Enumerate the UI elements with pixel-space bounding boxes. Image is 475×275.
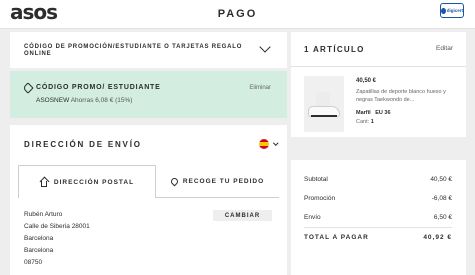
- row-label: Envío: [304, 214, 321, 221]
- row-label: Subtotal: [304, 176, 328, 183]
- total-row-grand: TOTAL A PAGAR 40,92 €: [304, 234, 452, 241]
- address-line: 08750: [24, 259, 43, 266]
- address-line: Calle de Siberia 28001: [24, 223, 90, 230]
- total-row-shipping: Envío 6,50 €: [304, 214, 452, 221]
- item-name: Zapatillas de deporte blanco hueso y neg…: [356, 89, 446, 103]
- applied-promo-code: ASOSNEW Ahorras 6,08 € (15%): [36, 97, 132, 104]
- promo-saving: Ahorras 6,08 € (15%): [70, 97, 133, 104]
- top-bar: asos PAGO digicert: [0, 0, 475, 29]
- order-totals-panel: Subtotal 40,50 € Promoción -6,08 € Envío…: [291, 160, 466, 275]
- applied-promo-banner: CÓDIGO PROMO/ ESTUDIANTE ASOSNEW Ahorras…: [10, 71, 287, 118]
- remove-promo-link[interactable]: Eliminar: [249, 85, 271, 91]
- quantity-label: Cant:: [356, 119, 370, 125]
- country-chevron-icon[interactable]: [273, 140, 279, 146]
- total-row-subtotal: Subtotal 40,50 €: [304, 176, 452, 183]
- edit-cart-link[interactable]: Editar: [436, 45, 453, 52]
- row-label: Promoción: [304, 195, 336, 202]
- row-value: -6,08 €: [431, 195, 452, 202]
- cart-title: 1 ARTÍCULO: [304, 45, 365, 54]
- row-value: 40,50 €: [430, 176, 452, 183]
- digicert-badge[interactable]: digicert: [440, 3, 464, 18]
- spain-flag-icon[interactable]: [259, 139, 269, 149]
- tab-postal-label: DIRECCIÓN POSTAL: [53, 178, 135, 186]
- tab-postal-address[interactable]: DIRECCIÓN POSTAL: [18, 165, 156, 198]
- shipping-address-panel: DIRECCIÓN DE ENVÍO DIRECCIÓN POSTAL RECO…: [10, 125, 287, 275]
- item-color: Marfil: [356, 110, 371, 116]
- address-line: Barcelona: [24, 235, 54, 242]
- page-title: PAGO: [217, 8, 258, 20]
- shipping-title: DIRECCIÓN DE ENVÍO: [24, 140, 142, 149]
- sneaker-image: [308, 106, 340, 117]
- total-value: 40,92 €: [423, 234, 452, 241]
- home-icon: [39, 176, 50, 187]
- cart-summary-panel: 1 ARTÍCULO Editar 40,50 € Zapatillas de …: [291, 32, 466, 137]
- item-quantity: Cant: 1: [356, 119, 374, 125]
- promo-code-value: ASOSNEW: [36, 97, 70, 104]
- tag-icon: [22, 82, 34, 94]
- item-price: 40,50 €: [356, 78, 377, 84]
- row-value: 6,50 €: [433, 214, 452, 221]
- change-address-button[interactable]: CAMBIAR: [213, 210, 272, 221]
- tab-pickup-label: RECOGE TU PEDIDO: [182, 177, 265, 185]
- promo-header-title: CÓDIGO DE PROMOCIÓN/ESTUDIANTE O TARJETA…: [24, 44, 243, 57]
- digicert-icon: [441, 7, 446, 14]
- chevron-down-icon: [259, 41, 271, 53]
- item-size: EU 36: [375, 110, 391, 116]
- divider: [304, 227, 452, 228]
- promo-code-toggle[interactable]: CÓDIGO DE PROMOCIÓN/ESTUDIANTE O TARJETA…: [10, 32, 287, 68]
- divider: [291, 66, 466, 67]
- total-row-promotion: Promoción -6,08 €: [304, 195, 452, 202]
- total-label: TOTAL A PAGAR: [304, 234, 369, 241]
- item-variant: Marfil EU 36: [356, 110, 391, 116]
- address-line: Barcelona: [24, 247, 54, 254]
- product-thumbnail[interactable]: [304, 76, 344, 132]
- address-line: Rubén Arturo: [24, 211, 63, 218]
- quantity-value: 1: [370, 119, 374, 125]
- digicert-label: digicert: [446, 8, 463, 13]
- tab-pickup[interactable]: RECOGE TU PEDIDO: [156, 165, 279, 198]
- location-pin-icon: [169, 176, 180, 186]
- applied-promo-title: CÓDIGO PROMO/ ESTUDIANTE: [36, 84, 161, 91]
